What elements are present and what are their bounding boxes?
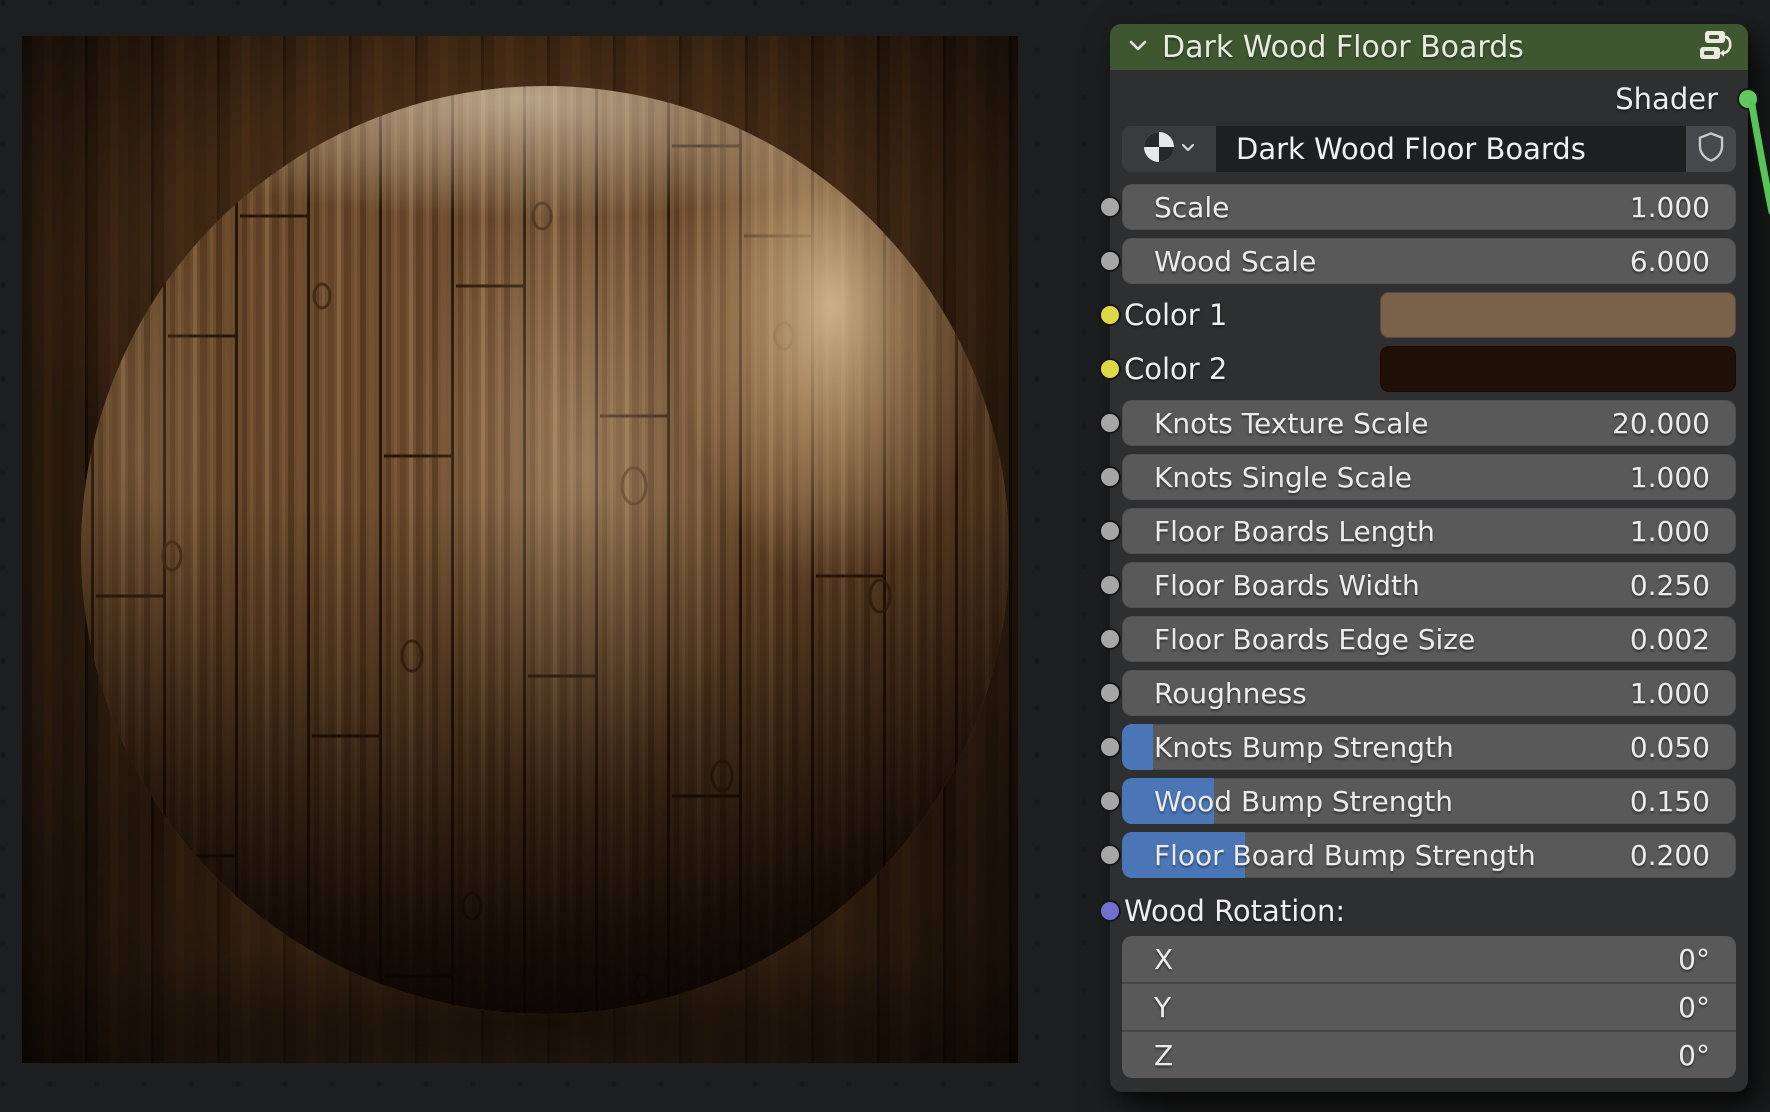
number-field[interactable]: Roughness1.000	[1122, 670, 1736, 716]
param-row-knots-texture-scale: Knots Texture Scale20.000	[1122, 400, 1736, 446]
node-tree-selector: Dark Wood Floor Boards	[1122, 126, 1736, 172]
vector-z-field[interactable]: Z0°	[1122, 1030, 1736, 1078]
node-tree-browse-button[interactable]	[1122, 126, 1216, 172]
param-row-knots-single-scale: Knots Single Scale1.000	[1122, 454, 1736, 500]
param-row-scale: Scale1.000	[1122, 184, 1736, 230]
chevron-down-icon	[1180, 139, 1196, 159]
param-row-wood-bump-strength: Wood Bump Strength0.150	[1122, 778, 1736, 824]
input-socket[interactable]	[1099, 790, 1121, 812]
input-socket[interactable]	[1099, 682, 1121, 704]
vector-y-field[interactable]: Y0°	[1122, 982, 1736, 1030]
node-header[interactable]: Dark Wood Floor Boards	[1110, 24, 1748, 70]
input-socket[interactable]	[1099, 250, 1121, 272]
wood-rotation-vector-group: X0° Y0° Z0°	[1122, 936, 1736, 1078]
number-field[interactable]: Scale1.000	[1122, 184, 1736, 230]
slider-field[interactable]: Knots Bump Strength0.050	[1122, 724, 1736, 770]
node-group-icon	[1696, 28, 1734, 66]
input-socket[interactable]	[1099, 574, 1121, 596]
input-socket[interactable]	[1099, 412, 1121, 434]
node-tree-name-field[interactable]: Dark Wood Floor Boards	[1216, 126, 1686, 172]
shield-icon	[1696, 131, 1726, 167]
input-socket[interactable]	[1099, 358, 1121, 380]
param-row-color-2: Color 2	[1122, 346, 1736, 392]
chevron-down-icon[interactable]	[1124, 31, 1152, 63]
input-socket[interactable]	[1099, 736, 1121, 758]
input-socket[interactable]	[1099, 900, 1121, 922]
color-swatch[interactable]	[1380, 292, 1736, 338]
color-swatch[interactable]	[1380, 346, 1736, 392]
input-socket[interactable]	[1099, 304, 1121, 326]
output-label: Shader	[1615, 82, 1718, 116]
number-field[interactable]: Knots Single Scale1.000	[1122, 454, 1736, 500]
param-row-floor-board-bump-strength: Floor Board Bump Strength0.200	[1122, 832, 1736, 878]
fake-user-button[interactable]	[1686, 126, 1736, 172]
number-field[interactable]: Knots Texture Scale20.000	[1122, 400, 1736, 446]
shader-output-socket[interactable]	[1737, 88, 1759, 110]
material-preview-icon	[1142, 130, 1176, 168]
param-row-color-1: Color 1	[1122, 292, 1736, 338]
param-row-wood-rotation: Wood Rotation:	[1122, 888, 1736, 934]
param-row-knots-bump-strength: Knots Bump Strength0.050	[1122, 724, 1736, 770]
param-row-floor-boards-width: Floor Boards Width0.250	[1122, 562, 1736, 608]
input-socket[interactable]	[1099, 520, 1121, 542]
node-title: Dark Wood Floor Boards	[1162, 30, 1686, 65]
slider-field[interactable]: Floor Board Bump Strength0.200	[1122, 832, 1736, 878]
input-socket[interactable]	[1099, 628, 1121, 650]
vector-x-field[interactable]: X0°	[1122, 936, 1736, 982]
input-socket[interactable]	[1099, 466, 1121, 488]
input-socket[interactable]	[1099, 844, 1121, 866]
number-field[interactable]: Wood Scale6.000	[1122, 238, 1736, 284]
number-field[interactable]: Floor Boards Width0.250	[1122, 562, 1736, 608]
input-socket[interactable]	[1099, 196, 1121, 218]
slider-fill	[1122, 724, 1153, 770]
wood-rotation-label: Wood Rotation:	[1124, 894, 1345, 928]
number-field[interactable]: Floor Boards Edge Size0.002	[1122, 616, 1736, 662]
slider-field[interactable]: Wood Bump Strength0.150	[1122, 778, 1736, 824]
param-row-wood-scale: Wood Scale6.000	[1122, 238, 1736, 284]
number-field[interactable]: Floor Boards Length1.000	[1122, 508, 1736, 554]
param-row-floor-boards-edge-size: Floor Boards Edge Size0.002	[1122, 616, 1736, 662]
param-row-floor-boards-length: Floor Boards Length1.000	[1122, 508, 1736, 554]
node-dark-wood-floor-boards[interactable]: Dark Wood Floor Boards Shader	[1110, 24, 1748, 1092]
param-row-roughness: Roughness1.000	[1122, 670, 1736, 716]
node-editor-canvas[interactable]: Dark Wood Floor Boards Shader	[0, 0, 1770, 1112]
output-row-shader: Shader	[1122, 76, 1736, 122]
material-preview-render	[22, 36, 1018, 1063]
